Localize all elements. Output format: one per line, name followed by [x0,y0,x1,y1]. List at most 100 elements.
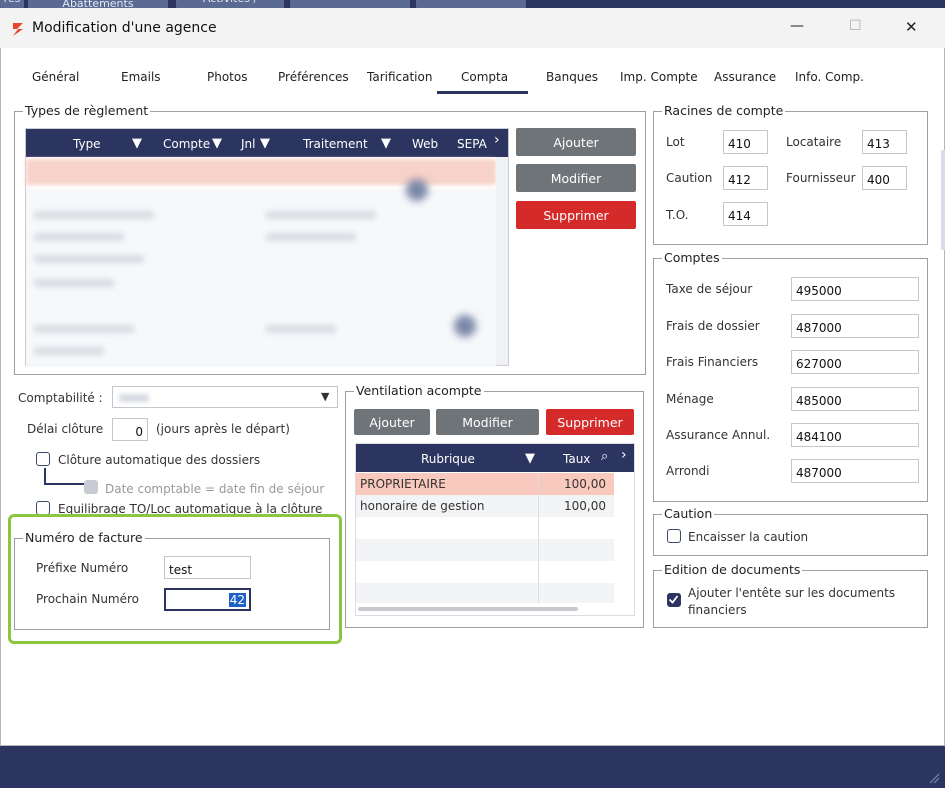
locataire-input[interactable]: 413 [862,130,907,154]
to-input[interactable]: 414 [723,202,768,226]
numero-facture-legend: Numéro de facture [23,530,145,545]
horizontal-scrollbar[interactable] [358,607,578,611]
grid-header: Type ▼ Compte ▼ Jnl ▼ Traitement ▼ Web S… [26,129,508,157]
table-row[interactable] [34,211,154,219]
tab-compta[interactable]: Compta [461,70,508,84]
ventilation-add-button[interactable]: Ajouter [354,409,430,435]
equilibrage-checkbox[interactable] [36,501,50,515]
row-taux: 100,00 [564,477,606,491]
filter-icon[interactable]: ▼ [132,136,142,151]
comptabilite-select[interactable]: ▼ [112,386,338,408]
table-row[interactable] [34,347,104,355]
lot-input[interactable]: 410 [723,130,768,154]
chevron-right-icon[interactable]: › [621,447,627,463]
types-delete-button[interactable]: Supprimer [516,201,636,229]
column-type[interactable]: Type [73,137,101,151]
racines-legend: Racines de compte [662,103,786,118]
tab-imp-compte[interactable]: Imp. Compte [620,70,698,84]
types-reglement-grid[interactable]: Type ▼ Compte ▼ Jnl ▼ Traitement ▼ Web S… [25,128,509,367]
row-rubrique: honoraire de gestion [360,499,485,513]
prochain-numero-label: Prochain Numéro [36,592,140,606]
frais-dossier-input[interactable]: 487000 [791,314,919,338]
filter-icon[interactable]: ▼ [260,136,270,151]
prefixe-numero-input[interactable]: test [164,556,251,579]
assurance-annul-label: Assurance Annul. [666,428,771,442]
locataire-label: Locataire [786,135,842,149]
delai-cloture-label: Délai clôture [27,422,104,436]
web-status-icon [406,179,428,201]
types-add-button[interactable]: Ajouter [516,128,636,156]
table-row[interactable] [266,325,336,333]
maximize-button[interactable]: ☐ [849,18,862,34]
numero-facture-group: Numéro de facture [14,530,330,630]
chevron-right-icon[interactable]: › [494,132,500,148]
tab-tarification[interactable]: Tarification [367,70,432,84]
chevron-down-icon[interactable]: ▼ [321,390,329,403]
close-button[interactable]: ✕ [905,18,918,36]
encaisser-caution-checkbox[interactable] [667,529,681,543]
fournisseur-input[interactable]: 400 [862,166,907,190]
column-traitement[interactable]: Traitement [303,137,368,151]
entete-checkbox[interactable] [667,593,681,607]
arrondi-input[interactable]: 487000 [791,459,919,483]
search-icon[interactable]: ⌕ [601,449,608,464]
caution-root-input[interactable]: 412 [723,166,768,190]
assurance-annul-input[interactable]: 484100 [791,423,919,447]
delai-cloture-input[interactable]: 0 [112,418,148,441]
filter-icon[interactable]: ▼ [381,136,391,151]
tab-preferences[interactable]: Préférences [278,70,349,84]
minimize-button[interactable]: — [790,18,804,34]
table-row[interactable] [34,233,124,241]
cloture-auto-checkbox[interactable] [36,452,50,466]
taxe-sejour-input[interactable]: 495000 [791,277,919,301]
table-row[interactable]: PROPRIETAIRE 100,00 [356,473,614,495]
vertical-scrollbar[interactable] [496,157,508,365]
prochain-numero-input[interactable]: 42 [164,588,251,611]
frais-financiers-input[interactable]: 627000 [791,350,919,374]
tab-banques[interactable]: Banques [546,70,598,84]
fournisseur-label: Fournisseur [786,171,856,185]
column-compte[interactable]: Compte [163,137,210,151]
resize-grip-icon[interactable] [926,770,940,784]
table-row [356,539,614,561]
tab-photos[interactable]: Photos [207,70,247,84]
ventilation-legend: Ventilation acompte [354,383,484,398]
tab-emails[interactable]: Emails [121,70,161,84]
filter-icon[interactable]: ▼ [212,136,222,151]
date-comptable-checkbox[interactable] [84,480,98,494]
column-taux[interactable]: Taux [563,452,590,466]
window-title: Modification d'une agence [32,20,217,36]
entete-label-line1: Ajouter l'entête sur les documents [688,586,896,600]
column-rubrique[interactable]: Rubrique [421,452,475,466]
tab-general[interactable]: Général [32,70,79,84]
table-row[interactable]: honoraire de gestion 100,00 [356,495,614,517]
menage-input[interactable]: 485000 [791,387,919,411]
app-logo-icon [10,21,26,37]
taxe-sejour-label: Taxe de séjour [666,282,753,296]
row-taux: 100,00 [564,499,606,513]
frais-financiers-label: Frais Financiers [666,355,759,369]
filter-icon[interactable]: ▼ [525,451,535,466]
table-row[interactable] [34,255,144,263]
ventilation-delete-button[interactable]: Supprimer [546,409,634,435]
prefixe-numero-label: Préfixe Numéro [36,561,129,575]
table-row[interactable] [34,325,134,333]
grid-row-selected[interactable] [26,159,496,185]
active-tab-indicator [437,91,528,94]
column-web[interactable]: Web [412,137,438,151]
menage-label: Ménage [666,392,714,406]
checkmark-icon [668,595,679,604]
types-edit-button[interactable]: Modifier [516,164,636,192]
ventilation-edit-button[interactable]: Modifier [436,409,539,435]
arrondi-label: Arrondi [666,464,710,478]
column-jnl[interactable]: Jnl [241,137,255,151]
table-row[interactable] [266,211,376,219]
ventilation-grid[interactable]: Rubrique ▼ Taux ⌕ › PROPRIETAIRE 100,00 … [355,443,635,616]
tab-info-comp[interactable]: Info. Comp. [795,70,864,84]
caution-legend: Caution [662,506,715,521]
background-window-edge [941,150,945,250]
tab-assurance[interactable]: Assurance [714,70,776,84]
table-row[interactable] [266,233,356,241]
column-sepa[interactable]: SEPA [457,137,487,151]
table-row[interactable] [34,279,114,287]
